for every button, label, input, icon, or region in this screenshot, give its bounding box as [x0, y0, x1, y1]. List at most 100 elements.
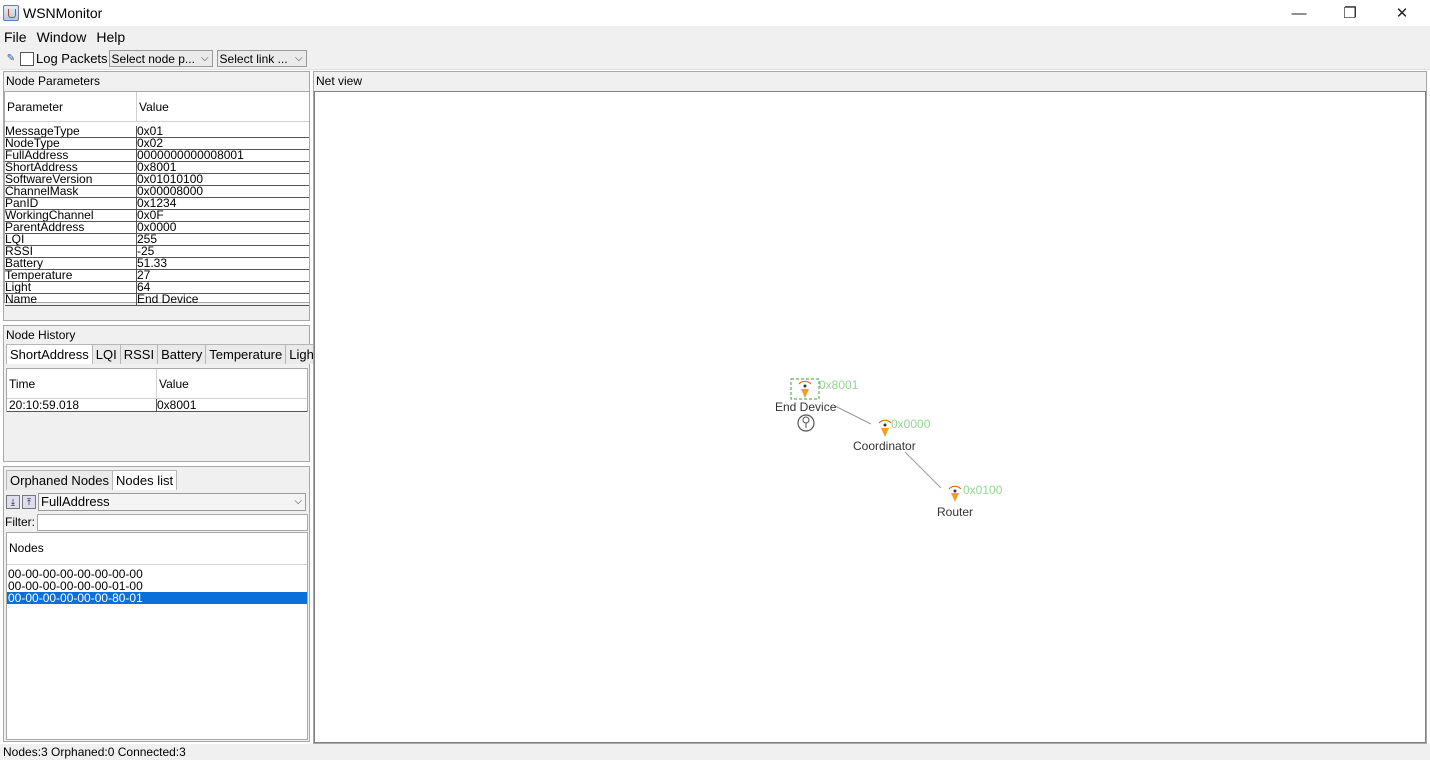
title-bar: WSNMonitor — ❐ ✕ — [0, 0, 1430, 26]
parameter-value-cell: 51.33 — [137, 258, 168, 269]
table-header: Time Value — [7, 368, 307, 399]
nodes-sort-bar: ⤓ ⤒ FullAddress ⌵ — [6, 492, 308, 511]
java-app-icon — [3, 5, 19, 21]
table-row[interactable]: ShortAddress 0x8001 — [5, 162, 309, 174]
list-item[interactable]: 00-00-00-00-00-00-80-01 — [7, 592, 307, 604]
table-row[interactable]: Name End Device — [5, 294, 309, 306]
parameter-name-cell: ShortAddress — [5, 162, 137, 173]
net-view-canvas[interactable]: 0x8001 End Device 0x0000 Coordinator 0x0… — [314, 91, 1426, 743]
table-row[interactable]: LQI 255 — [5, 234, 309, 246]
filter-row: Filter: — [4, 513, 308, 531]
table-row[interactable]: WorkingChannel 0x0F — [5, 210, 309, 222]
parameter-name-cell: PanID — [5, 198, 137, 209]
minimize-button[interactable]: — — [1273, 0, 1325, 26]
table-row[interactable]: ParentAddress 0x0000 — [5, 222, 309, 234]
node-select-value: Select node p... — [111, 51, 195, 66]
parameter-value-cell: 0x8001 — [137, 162, 177, 173]
menu-window[interactable]: Window — [33, 26, 91, 48]
pin-icon[interactable]: ✎ — [5, 53, 17, 65]
router-address: 0x0100 — [963, 483, 1003, 497]
nodes-panel: Orphaned Nodes Nodes list ⤓ ⤒ FullAddress… — [3, 466, 310, 742]
parameter-name-cell: MessageType — [5, 126, 137, 137]
parameter-name-cell: LQI — [5, 234, 137, 245]
table-row[interactable]: SoftwareVersion 0x01010100 — [5, 174, 309, 186]
tab-shortaddress[interactable]: ShortAddress — [6, 344, 93, 364]
node-history-panel: Node History ShortAddress LQI RSSI Battery T… — [3, 325, 322, 462]
column-header-time[interactable]: Time — [7, 368, 157, 399]
history-value-cell: 0x8001 — [157, 399, 197, 411]
tab-temperature[interactable]: Temperature — [205, 344, 287, 364]
parameter-value-cell: 64 — [137, 282, 151, 293]
table-row[interactable]: Light 64 — [5, 282, 309, 294]
parameter-value-cell: 0x01 — [137, 126, 164, 137]
chevron-down-icon: ⌵ — [200, 53, 209, 64]
sort-field-select[interactable]: FullAddress ⌵ — [38, 492, 306, 511]
link-select-value: Select link ... — [219, 51, 288, 66]
coordinator-icon — [878, 419, 892, 437]
table-row[interactable]: NodeType 0x02 — [5, 138, 309, 150]
tab-lqi[interactable]: LQI — [91, 344, 121, 364]
parameter-value-cell: 27 — [137, 270, 151, 281]
table-row[interactable]: Temperature 27 — [5, 270, 309, 282]
tab-orphaned-nodes[interactable]: Orphaned Nodes — [6, 470, 114, 490]
sort-descending-icon[interactable]: ⤒ — [22, 494, 36, 509]
parameter-name-cell: Light — [5, 282, 137, 293]
table-row[interactable]: Battery 51.33 — [5, 258, 309, 270]
parameter-value-cell: 255 — [137, 234, 158, 245]
parameter-name-cell: RSSI — [5, 246, 137, 257]
nodes-list: 00-00-00-00-00-00-00-00 00-00-00-00-00-00… — [7, 568, 307, 604]
node-parameters-title: Node Parameters — [6, 74, 101, 88]
end-device-label[interactable]: End Device — [775, 400, 836, 414]
filter-input[interactable] — [37, 513, 308, 531]
log-packets-checkbox[interactable] — [20, 51, 34, 66]
node-history-table: Time Value 20:10:59.018 0x8001 — [6, 368, 308, 412]
link-enddevice-coordinator — [834, 405, 872, 425]
table-row[interactable]: RSSI -25 — [5, 246, 309, 258]
parameter-value-cell: 0x0F — [137, 210, 164, 221]
menu-help[interactable]: Help — [92, 26, 129, 48]
parameter-value-cell: 0x0000 — [137, 222, 177, 233]
table-header: Nodes — [7, 533, 307, 565]
table-row[interactable]: FullAddress 0000000000008001 — [5, 150, 309, 162]
parameter-value-cell: End Device — [137, 294, 199, 305]
parameter-value-cell: 0x1234 — [137, 198, 177, 209]
restore-button[interactable]: ❐ — [1324, 0, 1376, 26]
parameter-value-cell: 0000000000008001 — [137, 150, 244, 161]
parameter-name-cell: SoftwareVersion — [5, 174, 137, 185]
nodes-table: Nodes 00-00-00-00-00-00-00-00 00-00-00-00… — [6, 532, 308, 740]
parameter-name-cell: Battery — [5, 258, 137, 269]
column-header-value[interactable]: Value — [137, 92, 309, 122]
nodes-panel-tabs: Orphaned Nodes Nodes list — [6, 470, 309, 490]
node-parameters-rows: MessageType 0x01 NodeType 0x02 FullAddress 00… — [5, 126, 309, 306]
net-view-title: Net view — [316, 74, 363, 88]
coordinator-label[interactable]: Coordinator — [853, 439, 916, 453]
sort-ascending-icon[interactable]: ⤓ — [6, 494, 20, 509]
table-row[interactable]: ChannelMask 0x00008000 — [5, 186, 309, 198]
sort-field-value: FullAddress — [41, 494, 110, 509]
parameter-name-cell: NodeType — [5, 138, 137, 149]
close-button[interactable]: ✕ — [1376, 0, 1428, 26]
router-label[interactable]: Router — [937, 505, 973, 519]
history-time-cell: 20:10:59.018 — [7, 399, 157, 411]
column-header-parameter[interactable]: Parameter — [5, 91, 137, 122]
parameter-value-cell: 0x00008000 — [137, 186, 204, 197]
tab-battery[interactable]: Battery — [157, 344, 207, 364]
column-header-value[interactable]: Value — [157, 369, 307, 399]
parameter-name-cell: ParentAddress — [5, 222, 137, 233]
menu-file[interactable]: File — [0, 26, 31, 48]
link-select[interactable]: Select link ... ⌵ — [216, 50, 307, 67]
node-history-title: Node History — [6, 328, 76, 342]
parameter-value-cell: -25 — [137, 246, 155, 257]
table-row[interactable]: 20:10:59.018 0x8001 — [7, 399, 307, 412]
column-header-nodes[interactable]: Nodes — [7, 533, 307, 565]
tab-nodes-list[interactable]: Nodes list — [112, 470, 178, 490]
table-row[interactable]: PanID 0x1234 — [5, 198, 309, 210]
node-select[interactable]: Select node p... ⌵ — [108, 50, 213, 67]
coordinator-address: 0x0000 — [891, 417, 931, 431]
tab-rssi[interactable]: RSSI — [119, 344, 159, 364]
link-coordinator-router — [904, 451, 942, 489]
table-row[interactable]: MessageType 0x01 — [5, 126, 309, 138]
parameter-value-cell: 0x02 — [137, 138, 164, 149]
network-graph — [790, 378, 962, 502]
chevron-down-icon: ⌵ — [294, 53, 303, 64]
